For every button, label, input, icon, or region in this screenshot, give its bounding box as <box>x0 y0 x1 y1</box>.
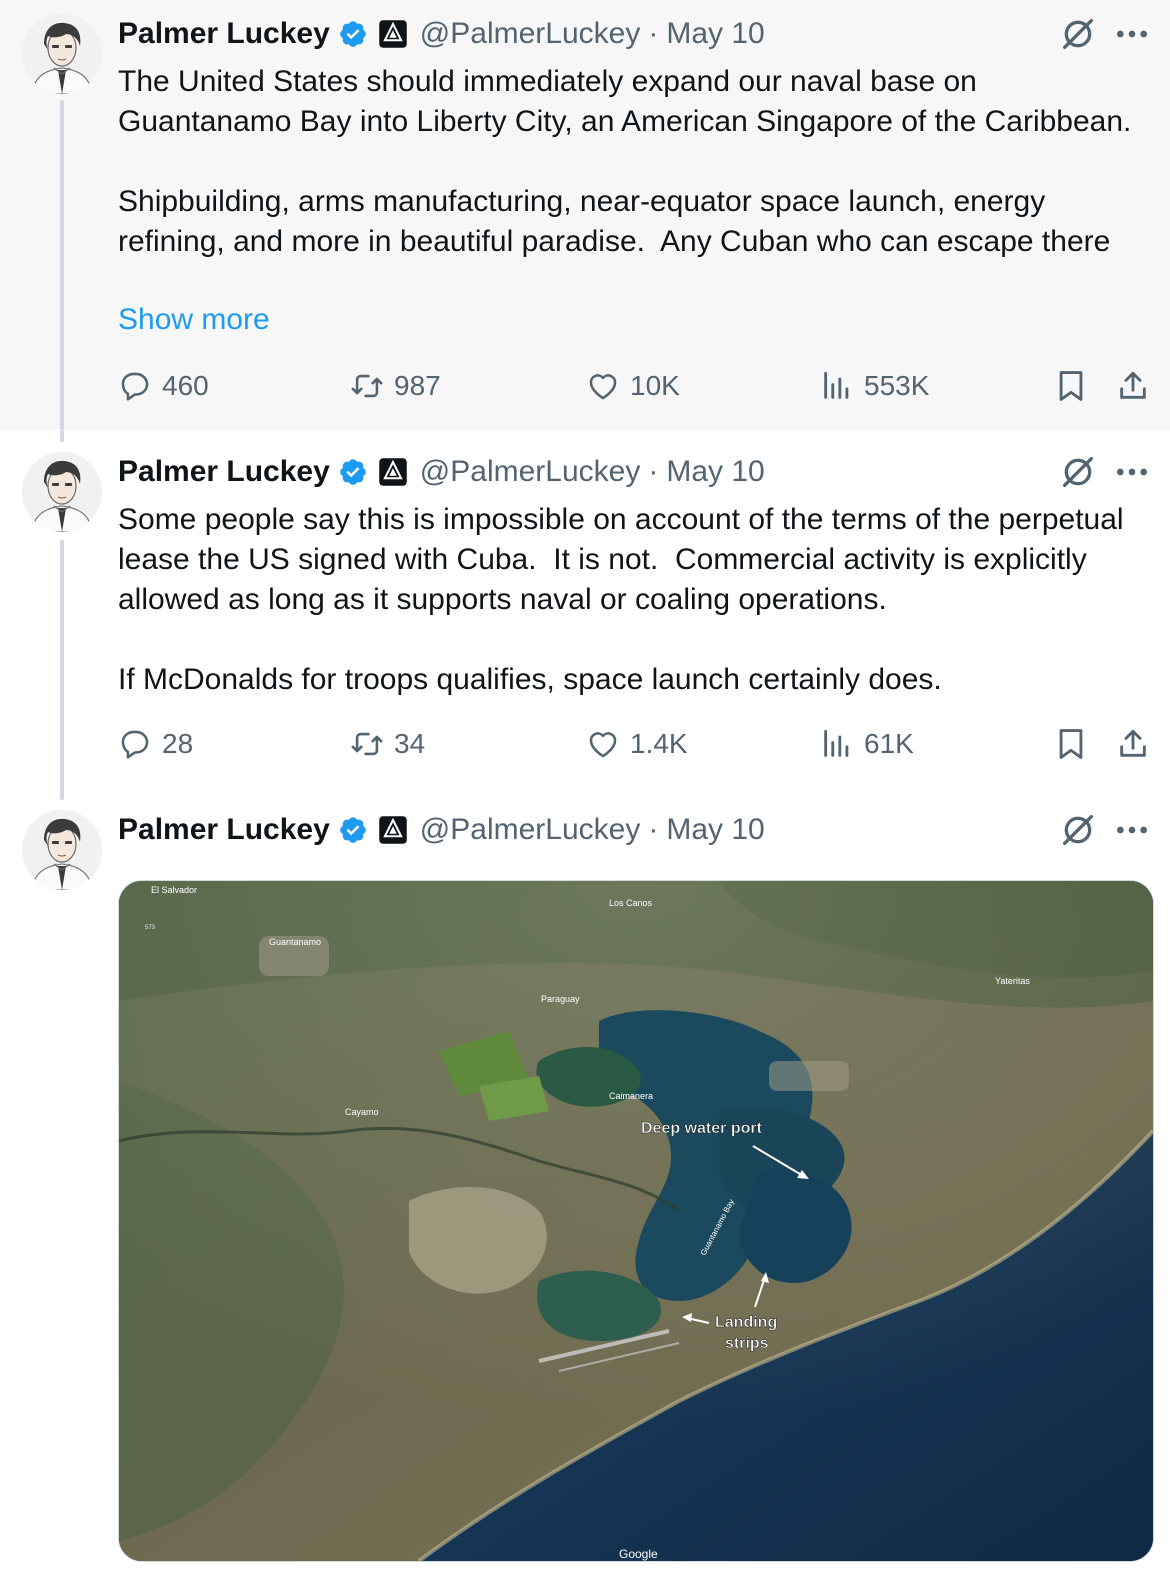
share-icon[interactable] <box>1116 726 1150 762</box>
retweet-button[interactable]: 987 <box>350 366 441 406</box>
thread-line <box>60 100 64 430</box>
like-count: 1.4K <box>630 728 688 759</box>
bookmark-icon[interactable] <box>1054 368 1088 404</box>
map-label-paraguay: Paraguay <box>541 994 580 1004</box>
tweet-paragraph: If McDonalds for troops qualifies, space… <box>118 663 942 696</box>
avatar[interactable] <box>22 810 102 890</box>
verified-badge-icon[interactable] <box>338 815 368 845</box>
thread-line <box>60 430 64 442</box>
tweet-header: Palmer Luckey @PalmerLuckey · May 10 <box>118 452 765 492</box>
thread-line <box>60 540 64 800</box>
like-button[interactable]: 10K <box>586 366 680 406</box>
more-options-icon[interactable] <box>1112 810 1152 850</box>
affiliation-badge-icon[interactable] <box>378 815 408 845</box>
more-options-icon[interactable] <box>1112 14 1152 54</box>
grok-icon[interactable] <box>1058 810 1098 850</box>
tweet-image[interactable]: El Salvador 573 Guantanamo Los Canos Par… <box>118 880 1154 1562</box>
avatar-image <box>22 452 102 532</box>
reply-icon <box>118 369 152 403</box>
views-count: 553K <box>864 370 930 401</box>
action-bar: 28 34 1.4K 61K <box>118 724 1158 764</box>
author-name[interactable]: Palmer Luckey <box>118 455 330 489</box>
views-button[interactable]: 553K <box>820 366 929 406</box>
retweet-count: 34 <box>394 728 426 759</box>
views-icon <box>820 369 854 403</box>
annotation-landing-line2: strips <box>725 1335 769 1352</box>
author-handle[interactable]: @PalmerLuckey <box>420 813 641 847</box>
tweet-header: Palmer Luckey @PalmerLuckey · May 10 <box>118 14 765 54</box>
verified-badge-icon[interactable] <box>338 457 368 487</box>
tweet-paragraph: Shipbuilding, arms manufacturing, near-e… <box>118 185 1111 258</box>
map-label-caimanera: Caimanera <box>609 1091 653 1101</box>
affiliation-badge-icon[interactable] <box>378 19 408 49</box>
retweet-icon <box>350 727 384 761</box>
retweet-icon <box>350 369 384 403</box>
avatar-image <box>22 810 102 890</box>
like-count: 10K <box>630 370 680 401</box>
reply-count: 28 <box>162 728 194 759</box>
annotation-landing-line1: Landing <box>715 1314 777 1331</box>
tweet-3[interactable]: Palmer Luckey @PalmerLuckey · May 10 El … <box>0 800 1170 1570</box>
tweet-paragraph: Some people say this is impossible on ac… <box>118 503 1132 616</box>
annotation-deep-water-port: Deep water port <box>641 1120 763 1137</box>
separator: · <box>648 17 659 50</box>
affiliation-badge-icon[interactable] <box>378 457 408 487</box>
map-label-guantanamo: Guantanamo <box>269 937 321 947</box>
google-watermark: Google <box>619 1547 658 1561</box>
reply-button[interactable]: 28 <box>118 724 193 764</box>
share-icon[interactable] <box>1116 368 1150 404</box>
avatar[interactable] <box>22 14 102 94</box>
tweet-header: Palmer Luckey @PalmerLuckey · May 10 <box>118 810 765 850</box>
avatar-image <box>22 14 102 94</box>
author-handle[interactable]: @PalmerLuckey <box>420 17 641 51</box>
author-handle[interactable]: @PalmerLuckey <box>420 455 641 489</box>
map-label-cayamo: Cayamo <box>345 1107 379 1117</box>
show-more-link[interactable]: Show more <box>118 303 270 337</box>
bookmark-icon[interactable] <box>1054 726 1088 762</box>
retweet-count: 987 <box>394 370 441 401</box>
verified-badge-icon[interactable] <box>338 19 368 49</box>
grok-icon[interactable] <box>1058 452 1098 492</box>
tweet-paragraph: The United States should immediately exp… <box>118 65 1132 138</box>
action-bar: 460 987 10K 553K <box>118 366 1158 406</box>
tweet-2[interactable]: Palmer Luckey @PalmerLuckey · May 10 Som… <box>0 430 1170 800</box>
reply-icon <box>118 727 152 761</box>
reply-button[interactable]: 460 <box>118 366 209 406</box>
tweet-date[interactable]: May 10 <box>666 17 764 51</box>
map-label-los-canos: Los Canos <box>609 898 653 908</box>
views-count: 61K <box>864 728 914 759</box>
tweet-1[interactable]: Palmer Luckey @PalmerLuckey · May 10 The… <box>0 0 1170 430</box>
separator: · <box>648 455 659 488</box>
grok-icon[interactable] <box>1058 14 1098 54</box>
tweet-text: Some people say this is impossible on ac… <box>118 500 1148 700</box>
map-label-road: 573 <box>145 925 156 931</box>
heart-icon <box>586 369 620 403</box>
heart-icon <box>586 727 620 761</box>
author-name[interactable]: Palmer Luckey <box>118 813 330 847</box>
views-button[interactable]: 61K <box>820 724 914 764</box>
tweet-text: The United States should immediately exp… <box>118 62 1148 262</box>
more-options-icon[interactable] <box>1112 452 1152 492</box>
map-label-yateritas: Yateritas <box>995 976 1030 986</box>
tweet-date[interactable]: May 10 <box>666 455 764 489</box>
avatar[interactable] <box>22 452 102 532</box>
map-label-el-salvador: El Salvador <box>151 885 197 895</box>
tweet-date[interactable]: May 10 <box>666 813 764 847</box>
retweet-button[interactable]: 34 <box>350 724 425 764</box>
views-icon <box>820 727 854 761</box>
reply-count: 460 <box>162 370 209 401</box>
like-button[interactable]: 1.4K <box>586 724 688 764</box>
separator: · <box>648 813 659 846</box>
satellite-map: El Salvador 573 Guantanamo Los Canos Par… <box>119 881 1153 1561</box>
author-name[interactable]: Palmer Luckey <box>118 17 330 51</box>
